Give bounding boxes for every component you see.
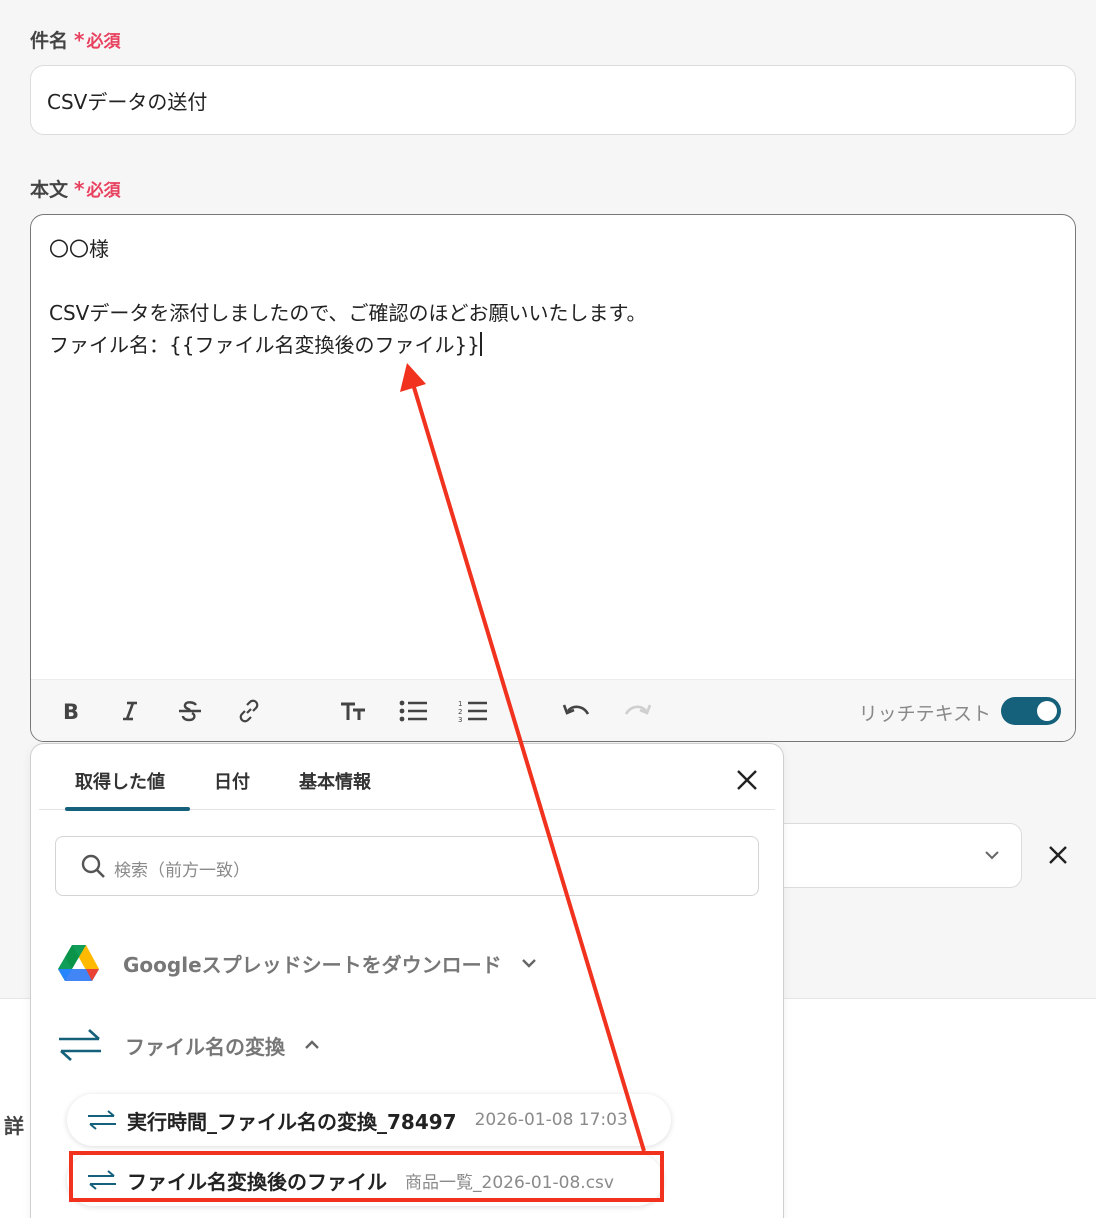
svg-text:2: 2	[458, 708, 462, 716]
value-item-value: 2026-01-08 17:03	[474, 1110, 628, 1130]
popup-tabs: 取得した値 日付 基本情報	[39, 744, 775, 811]
variable-picker-popup: 取得した値 日付 基本情報 検索（前方一致） Googleスプレッドシートをダウ…	[30, 743, 784, 1218]
transfer-arrows-icon	[88, 1110, 116, 1130]
svg-text:B: B	[63, 700, 79, 722]
body-editor[interactable]: 〇〇様 CSVデータを添付しましたので、ご確認のほどお願いいたします。 ファイル…	[30, 214, 1076, 742]
background-select[interactable]	[760, 823, 1022, 888]
group-title: Googleスプレッドシートをダウンロード	[123, 952, 502, 977]
active-tab-indicator	[65, 807, 190, 811]
tab-date[interactable]: 日付	[214, 768, 250, 794]
body-line	[49, 265, 647, 297]
chevron-down-icon	[985, 851, 999, 860]
rich-text-toggle[interactable]	[1001, 697, 1061, 725]
strikethrough-icon[interactable]	[175, 696, 205, 726]
close-icon[interactable]	[1046, 843, 1070, 867]
link-icon[interactable]	[234, 696, 264, 726]
redo-icon[interactable]	[622, 696, 652, 726]
italic-icon[interactable]	[115, 696, 145, 726]
body-label: 本文 * 必須	[30, 177, 121, 201]
body-line: CSVデータを添付しましたので、ご確認のほどお願いいたします。	[49, 301, 647, 325]
annotation-highlight-box	[69, 1151, 664, 1202]
subject-input[interactable]: CSVデータの送付	[30, 65, 1076, 135]
numbered-list-icon[interactable]: 123	[458, 696, 488, 726]
close-icon[interactable]	[735, 768, 759, 792]
google-drive-icon	[58, 945, 99, 981]
svg-text:1: 1	[458, 700, 462, 708]
chevron-down-icon	[521, 959, 536, 968]
group-title: ファイル名の変換	[125, 1034, 285, 1059]
svg-text:3: 3	[458, 716, 462, 723]
body-line-with-caret: ファイル名：{{ファイル名変換後のファイル}}	[49, 332, 482, 357]
chevron-up-icon	[305, 1040, 319, 1049]
text-size-icon[interactable]	[338, 696, 368, 726]
detail-label: 詳	[4, 1114, 24, 1138]
text-caret	[479, 332, 482, 356]
undo-icon[interactable]	[562, 696, 592, 726]
value-item[interactable]: 実行時間_ファイル名の変換_78497 2026-01-08 17:03	[67, 1094, 671, 1146]
transfer-arrows-icon	[59, 1029, 101, 1061]
search-input[interactable]: 検索（前方一致）	[55, 836, 759, 896]
tab-basic-info[interactable]: 基本情報	[299, 768, 371, 794]
subject-input-value: CSVデータの送付	[47, 89, 208, 114]
bullet-list-icon[interactable]	[398, 696, 428, 726]
editor-toolbar: B 123 リッチテキスト	[31, 679, 1075, 741]
toggle-knob	[1037, 701, 1057, 721]
group-file-name-conversion[interactable]: ファイル名の変換	[57, 1023, 321, 1067]
body-line: 〇〇様	[49, 237, 109, 261]
bold-icon[interactable]: B	[56, 696, 86, 726]
value-item-title: 実行時間_ファイル名の変換_78497	[127, 1109, 457, 1134]
rich-text-label: リッチテキスト	[858, 703, 991, 725]
tab-acquired-values[interactable]: 取得した値	[75, 768, 165, 794]
group-google-sheets-download[interactable]: Googleスプレッドシートをダウンロード	[57, 941, 538, 985]
search-placeholder: 検索（前方一致）	[114, 861, 250, 881]
body-editor-text[interactable]: 〇〇様 CSVデータを添付しましたので、ご確認のほどお願いいたします。 ファイル…	[49, 233, 647, 361]
subject-label: 件名 * 必須	[30, 28, 121, 52]
search-icon	[81, 854, 105, 878]
